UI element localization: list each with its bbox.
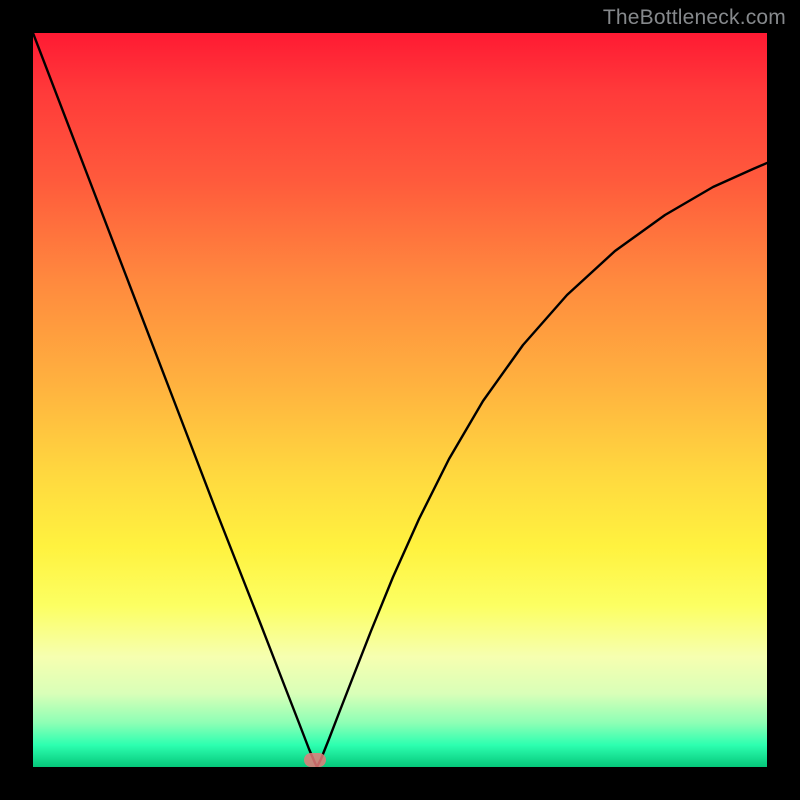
minimum-marker [304, 753, 326, 767]
bottleneck-curve [33, 33, 767, 767]
chart-frame: TheBottleneck.com [0, 0, 800, 800]
plot-area [33, 33, 767, 767]
watermark-text: TheBottleneck.com [603, 6, 786, 30]
